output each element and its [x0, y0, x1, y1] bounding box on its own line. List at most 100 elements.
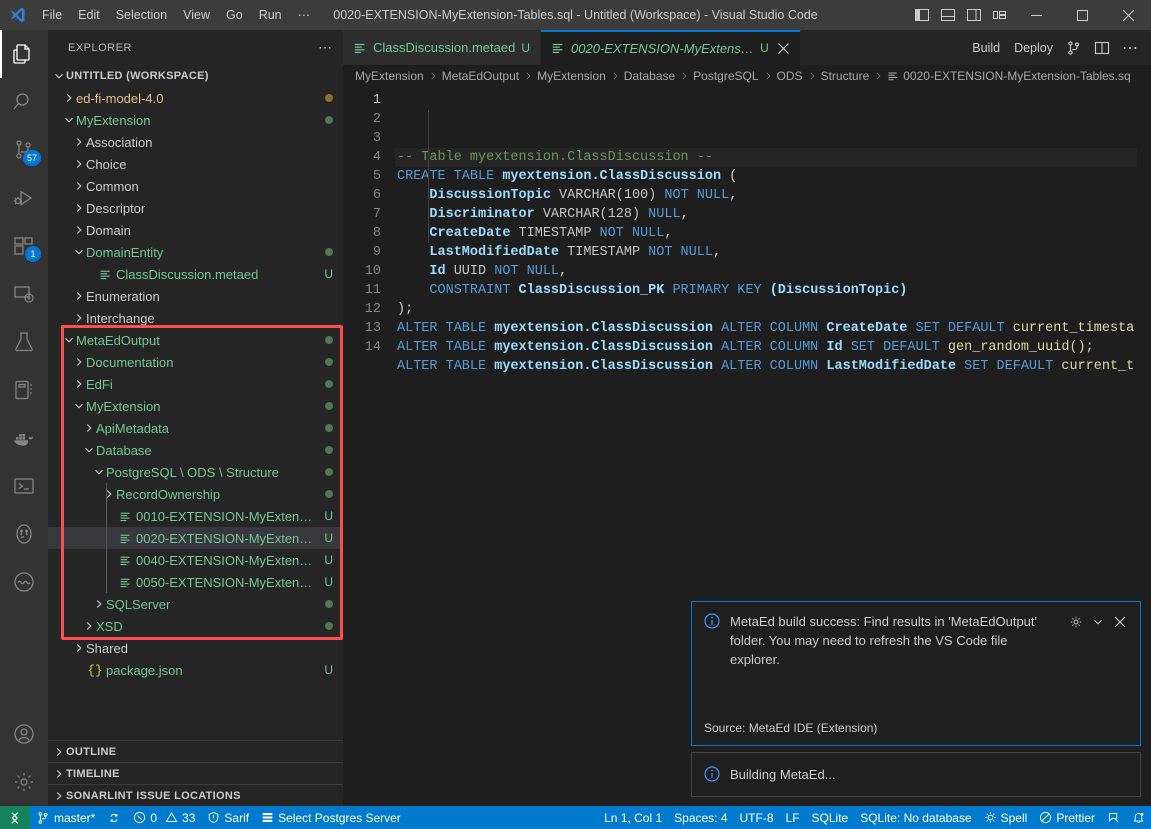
tree-folder-row[interactable]: Enumeration [48, 285, 343, 307]
breadcrumb-item[interactable]: MyExtension [537, 69, 606, 83]
toggle-panel-icon[interactable] [935, 0, 961, 30]
breadcrumb[interactable]: MyExtension MetaEdOutput MyExtension Databa… [343, 65, 1151, 87]
tree-folder-row[interactable]: EdFi [48, 373, 343, 395]
menu-selection[interactable]: Selection [108, 0, 175, 30]
tree-folder-row[interactable]: ed-fi-model-4.0 [48, 87, 343, 109]
tree-folder-row[interactable]: PostgreSQL \ ODS \ Structure [48, 461, 343, 483]
chevron-right-icon[interactable] [92, 597, 106, 611]
menu-view[interactable]: View [175, 0, 218, 30]
tree-folder-row[interactable]: XSD [48, 615, 343, 637]
menu-go[interactable]: Go [218, 0, 251, 30]
code-line[interactable]: Discriminator VARCHAR(128) NULL, [395, 205, 1151, 224]
activity-terminal[interactable] [0, 462, 48, 510]
activity-testing[interactable] [0, 318, 48, 366]
chevron-right-icon[interactable] [102, 487, 116, 501]
chevron-down-icon[interactable] [82, 443, 96, 457]
menu-bar[interactable]: File Edit Selection View Go Run ⋯ [34, 0, 318, 30]
status-select-postgres-server[interactable]: Select Postgres Server [255, 806, 407, 829]
code-line[interactable]: ALTER TABLE myextension.ClassDiscussion … [395, 319, 1151, 338]
deploy-button[interactable]: Deploy [1008, 36, 1059, 60]
window-minimize-button[interactable] [1013, 0, 1059, 30]
status-sync[interactable] [101, 806, 127, 829]
breadcrumb-item[interactable]: 0020-EXTENSION-MyExtension-Tables.sq [903, 69, 1130, 83]
activity-explorer[interactable] [0, 30, 48, 78]
build-button[interactable]: Build [966, 36, 1006, 60]
activity-notebook[interactable] [0, 366, 48, 414]
status-spell[interactable]: Spell [978, 806, 1034, 829]
chevron-right-icon[interactable] [72, 179, 86, 193]
menu-file[interactable]: File [34, 0, 70, 30]
tree-file-row[interactable]: 0040-EXTENSION-MyExtensio… U [48, 549, 343, 571]
chevron-right-icon[interactable] [72, 201, 86, 215]
section-outline[interactable]: OUTLINE [48, 740, 343, 762]
tree-folder-row[interactable]: Domain [48, 219, 343, 241]
activity-postgresql[interactable] [0, 510, 48, 558]
chevron-down-icon[interactable] [62, 113, 76, 127]
status-feedback[interactable] [1101, 806, 1126, 829]
tree-file-row[interactable]: 0020-EXTENSION-MyExtensio… U [48, 527, 343, 549]
gear-icon[interactable] [1066, 612, 1086, 632]
status-eol[interactable]: LF [780, 806, 806, 829]
tree-folder-row[interactable]: Descriptor [48, 197, 343, 219]
code-line[interactable]: DiscussionTopic VARCHAR(100) NOT NULL, [395, 186, 1151, 205]
close-icon[interactable] [777, 39, 790, 57]
notification-building[interactable]: Building MetaEd... [691, 752, 1141, 797]
activity-sonarlint[interactable] [0, 558, 48, 606]
chevron-right-icon[interactable] [72, 355, 86, 369]
status-indentation[interactable]: Spaces: 4 [668, 806, 733, 829]
chevron-right-icon[interactable] [82, 421, 96, 435]
menu-run[interactable]: Run [251, 0, 290, 30]
code-line[interactable]: -- Table myextension.ClassDiscussion -- [395, 148, 1151, 167]
source-control-icon[interactable] [1061, 36, 1087, 60]
tree-folder-row[interactable]: Documentation [48, 351, 343, 373]
activity-search[interactable] [0, 78, 48, 126]
toggle-secondary-sidebar-icon[interactable] [961, 0, 987, 30]
tree-folder-row[interactable]: Shared [48, 637, 343, 659]
tree-folder-row[interactable]: Common [48, 175, 343, 197]
close-icon[interactable] [1110, 612, 1130, 632]
activity-docker[interactable] [0, 414, 48, 462]
tree-file-row[interactable]: {} package.json U [48, 659, 343, 681]
activity-run-and-debug[interactable] [0, 174, 48, 222]
activity-manage-gear-icon[interactable] [0, 758, 48, 806]
activity-remote-explorer[interactable] [0, 270, 48, 318]
breadcrumb-item[interactable]: Structure [821, 69, 870, 83]
chevron-right-icon[interactable] [72, 311, 86, 325]
chevron-right-icon[interactable] [72, 135, 86, 149]
remote-indicator-icon[interactable] [0, 806, 30, 829]
status-notifications-bell-icon[interactable] [1126, 806, 1151, 829]
status-encoding[interactable]: UTF-8 [734, 806, 780, 829]
status-language-mode[interactable]: SQLite [806, 806, 855, 829]
tree-folder-row[interactable]: ApiMetadata [48, 417, 343, 439]
status-problems[interactable]: 0 33 [127, 806, 201, 829]
tree-folder-row[interactable]: SQLServer [48, 593, 343, 615]
chevron-right-icon[interactable] [72, 223, 86, 237]
code-line[interactable]: CreateDate TIMESTAMP NOT NULL, [395, 224, 1151, 243]
section-timeline[interactable]: TIMELINE [48, 762, 343, 784]
activity-accounts[interactable] [0, 710, 48, 758]
breadcrumb-item[interactable]: ODS [777, 69, 803, 83]
customize-layout-icon[interactable] [987, 0, 1013, 30]
chevron-down-icon[interactable] [62, 333, 76, 347]
code-line[interactable]: ALTER TABLE myextension.ClassDiscussion … [395, 357, 1151, 376]
breadcrumb-item[interactable]: PostgreSQL [693, 69, 758, 83]
status-cursor-position[interactable]: Ln 1, Col 1 [598, 806, 668, 829]
notification-build-success[interactable]: MetaEd build success: Find results in 'M… [691, 601, 1141, 746]
chevron-right-icon[interactable] [82, 619, 96, 633]
chevron-right-icon[interactable] [72, 289, 86, 303]
file-tree[interactable]: UNTITLED (WORKSPACE) ed-fi-model-4.0 MyExt… [48, 65, 343, 740]
chevron-right-icon[interactable] [72, 641, 86, 655]
menu-edit[interactable]: Edit [70, 0, 108, 30]
ellipsis-icon[interactable]: ⋯ [318, 39, 333, 56]
tab-classdiscussion-metaed[interactable]: ClassDiscussion.metaed U [343, 30, 542, 65]
tree-folder-row[interactable]: MyExtension [48, 395, 343, 417]
code-line[interactable]: Id UUID NOT NULL, [395, 262, 1151, 281]
code-line[interactable]: ); [395, 300, 1151, 319]
chevron-down-icon[interactable] [92, 465, 106, 479]
tree-folder-row[interactable]: RecordOwnership [48, 483, 343, 505]
chevron-down-icon[interactable] [72, 245, 86, 259]
chevron-right-icon[interactable] [72, 377, 86, 391]
status-sarif[interactable]: Sarif [201, 806, 255, 829]
code-line[interactable]: CREATE TABLE myextension.ClassDiscussion… [395, 167, 1151, 186]
tree-folder-row[interactable]: Database [48, 439, 343, 461]
